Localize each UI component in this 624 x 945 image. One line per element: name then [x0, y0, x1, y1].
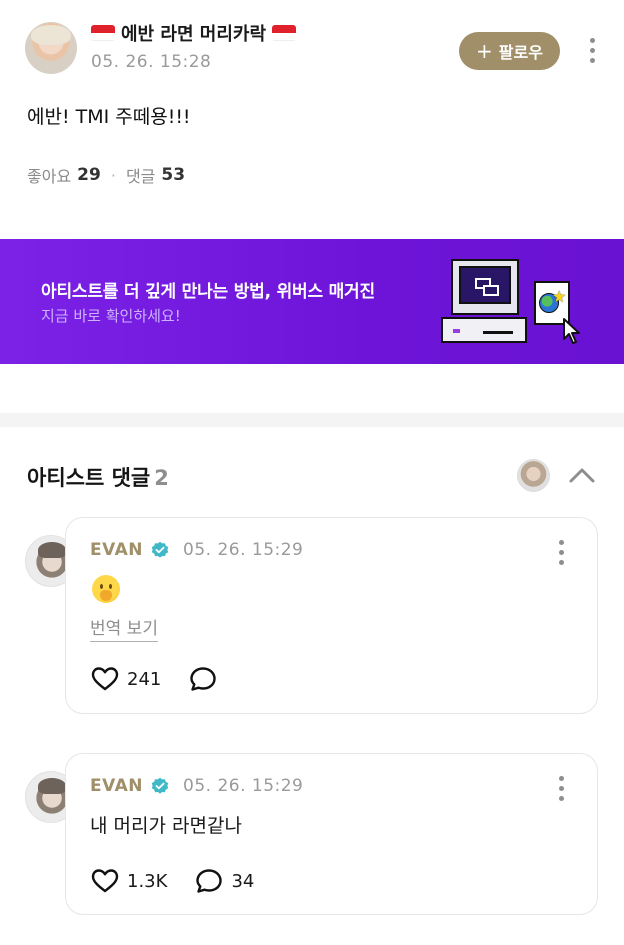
author-name-row[interactable]: 에반 라면 머리카락 [91, 20, 297, 46]
comments-count[interactable]: 53 [161, 165, 185, 185]
like-count: 241 [127, 668, 162, 690]
comment-time: 05. 26. 15:29 [183, 540, 304, 560]
indonesia-flag-icon [91, 25, 115, 41]
banner-subtitle: 지금 바로 확인하세요! [41, 307, 181, 325]
more-options-icon[interactable] [556, 776, 566, 801]
mouse-cursor-icon [563, 318, 580, 344]
likes-label: 좋아요 [27, 167, 72, 186]
banner-title: 아티스트를 더 깊게 만나는 방법, 위버스 매거진 [41, 282, 375, 302]
comment-actions: 241 [91, 666, 245, 692]
section-divider [0, 413, 624, 427]
reply-action[interactable] [189, 666, 225, 692]
follow-label: 팔로우 [498, 43, 543, 62]
comment-time: 05. 26. 15:29 [183, 776, 304, 796]
comment-head: EVAN 05. 26. 15:29 [90, 540, 303, 560]
more-options-icon[interactable] [556, 540, 566, 565]
comment-head: EVAN 05. 26. 15:29 [90, 776, 303, 796]
chevron-up-icon[interactable] [567, 462, 597, 488]
verified-badge-icon [151, 541, 169, 558]
like-count: 1.3K [127, 870, 168, 892]
reply-action[interactable]: 34 [195, 868, 254, 894]
post-text: 에반! TMI 주떼용!!! [27, 106, 191, 128]
post-header: 에반 라면 머리카락 05. 26. 15:28 + 팔로우 [0, 0, 624, 90]
comment-author[interactable]: EVAN [90, 540, 143, 560]
comments-label[interactable]: 댓글 [126, 163, 155, 187]
like-action[interactable]: 1.3K [91, 868, 167, 894]
artist-comments-label: 아티스트 댓글 [27, 466, 151, 490]
post-stats: 좋아요 29 · 댓글 53 [27, 163, 185, 187]
follow-button[interactable]: + 팔로우 [459, 32, 560, 70]
author-avatar[interactable] [25, 22, 77, 74]
separator-dot: · [110, 165, 116, 185]
plus-icon: + [476, 39, 493, 63]
verified-badge-icon [151, 777, 169, 794]
likes-count: 29 [77, 165, 101, 185]
indonesia-flag-icon [272, 25, 297, 41]
artist-comments-count: 2 [154, 466, 169, 490]
comment-actions: 1.3K 34 [91, 868, 274, 894]
artist-comments-title: 아티스트 댓글 2 [27, 462, 169, 492]
speech-bubble-icon[interactable] [195, 868, 223, 894]
comment-text: 내 머리가 라면같나 [90, 815, 242, 837]
magazine-banner[interactable]: 아티스트를 더 깊게 만나는 방법, 위버스 매거진 지금 바로 확인하세요! … [0, 239, 624, 364]
author-name: 에반 라면 머리카락 [121, 24, 267, 45]
shushing-face-emoji-icon [92, 575, 120, 603]
comment-card: EVAN 05. 26. 15:29 내 머리가 라면같나 1.3K 34 [65, 753, 598, 915]
reply-count: 34 [231, 870, 255, 892]
post-time: 05. 26. 15:28 [91, 52, 212, 72]
artist-mini-avatar[interactable] [517, 459, 550, 492]
more-options-icon[interactable] [587, 38, 597, 63]
retro-computer-icon [441, 259, 527, 345]
translate-link[interactable]: 번역 보기 [90, 614, 158, 642]
speech-bubble-icon[interactable] [189, 666, 217, 692]
heart-icon[interactable] [91, 868, 119, 894]
like-action[interactable]: 241 [91, 666, 161, 692]
comment-author[interactable]: EVAN [90, 776, 143, 796]
comment-card: EVAN 05. 26. 15:29 번역 보기 241 [65, 517, 598, 714]
heart-icon[interactable] [91, 666, 119, 692]
